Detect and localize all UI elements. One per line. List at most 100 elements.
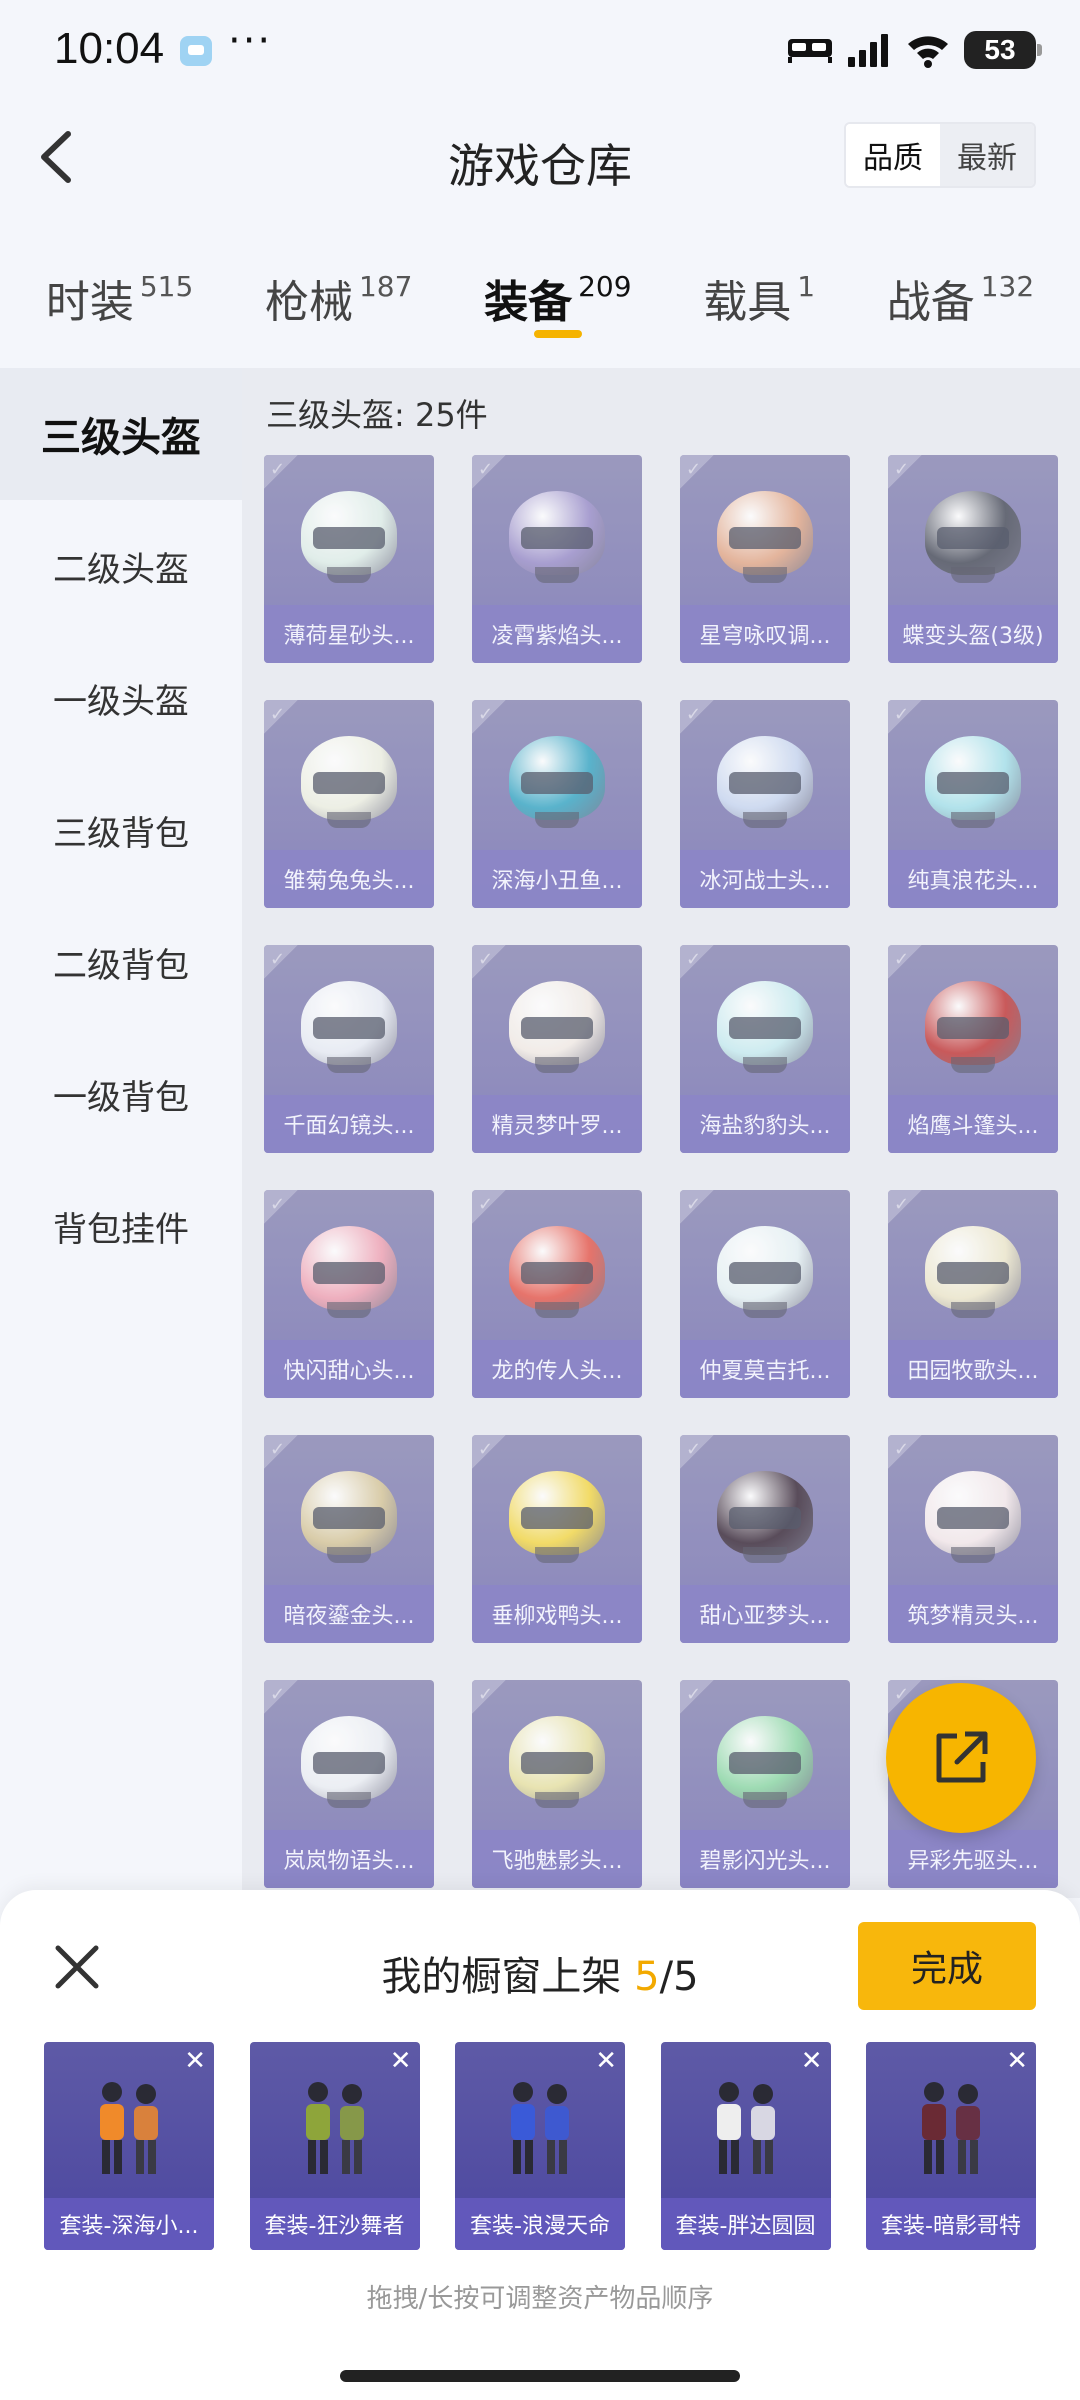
item-name: 薄荷星砂头... [264,605,434,663]
item-card[interactable]: ✓ 蝶变头盔(3级) [888,455,1058,663]
helmet-strap [951,1547,995,1563]
sidebar-item-backpack-charm[interactable]: 背包挂件 [0,1160,242,1292]
check-icon: ✓ [270,459,286,480]
item-card[interactable]: ✓ 精灵梦叶罗... [472,945,642,1153]
tab-label: 装备 [484,277,573,328]
item-card[interactable]: ✓ 暗夜鎏金头... [264,1435,434,1643]
showcase-item[interactable]: ✕ 套装-胖达圆圆 [660,2042,831,2250]
helmet-visor [521,1262,593,1284]
helmet-visor [937,1017,1009,1039]
helmet-strap [743,812,787,828]
outfit-icon [716,2082,775,2174]
tab-equipment[interactable]: 装备 209 [484,230,632,360]
battery-level: 53 [984,34,1016,65]
item-card[interactable]: ✓ 深海小丑鱼... [472,700,642,908]
item-card[interactable]: ✓ 垂柳戏鸭头... [472,1435,642,1643]
item-card[interactable]: ✓ 纯真浪花头... [888,700,1058,908]
tab-weapons[interactable]: 枪械 187 [265,230,412,360]
check-icon: ✓ [478,459,494,480]
showcase-item-name: 套装-暗影哥特 [866,2198,1036,2250]
sidebar-item-level1-helmet[interactable]: 一级头盔 [0,632,242,764]
item-card[interactable]: ✓ 冰河战士头... [680,700,850,908]
helmet-visor [313,772,385,794]
remove-icon[interactable]: ✕ [801,2046,823,2076]
sidebar-item-level1-backpack[interactable]: 一级背包 [0,1028,242,1160]
item-card[interactable]: ✓ 龙的传人头... [472,1190,642,1398]
item-card[interactable]: ✓ 田园牧歌头... [888,1190,1058,1398]
helmet-strap [535,1547,579,1563]
helmet-strap [535,1057,579,1073]
item-content: 三级头盔: 25件 ✓ 薄荷星砂头... ✓ 凌霄紫焰头... ✓ 星穹咏叹调... ✓ 蝶变… [242,368,1080,1898]
item-card[interactable]: ✓ 千面幻镜头... [264,945,434,1153]
item-card[interactable]: ✓ 焰鹰斗篷头... [888,945,1058,1153]
tab-fashion[interactable]: 时装 515 [46,230,193,360]
helmet-visor [521,1017,593,1039]
item-card[interactable]: ✓ 飞驰魅影头... [472,1680,642,1888]
helmet-icon [297,728,401,836]
item-card[interactable]: ✓ 薄荷星砂头... [264,455,434,663]
done-button[interactable]: 完成 [858,1922,1036,2010]
helmet-strap [743,1302,787,1318]
check-icon: ✓ [478,1439,494,1460]
item-card[interactable]: ✓ 仲夏莫吉托... [680,1190,850,1398]
helmet-strap [535,1302,579,1318]
home-indicator[interactable] [340,2370,740,2382]
helmet-icon [713,973,817,1081]
showcase-item[interactable]: ✕ 套装-狂沙舞者 [249,2042,420,2250]
item-card[interactable]: ✓ 岚岚物语头... [264,1680,434,1888]
check-icon: ✓ [894,459,910,480]
helmet-visor [729,1262,801,1284]
showcase-item-name: 套装-浪漫天命 [455,2198,625,2250]
status-bar: 10:04 ··· 53 [0,0,1080,100]
showcase-count-total: 5 [673,1954,699,2000]
status-icons: 53 [786,28,1042,72]
helmet-visor [937,1262,1009,1284]
helmet-strap [535,1792,579,1808]
sidebar-item-level2-backpack[interactable]: 二级背包 [0,896,242,1028]
item-card[interactable]: ✓ 海盐豹豹头... [680,945,850,1153]
outfit-icon [305,2082,364,2174]
helmet-strap [535,812,579,828]
helmet-visor [313,1507,385,1529]
helmet-icon [713,1218,817,1326]
sort-by-quality-button[interactable]: 品质 [846,124,940,186]
sidebar-item-level2-helmet[interactable]: 二级头盔 [0,500,242,632]
item-card[interactable]: ✓ 快闪甜心头... [264,1190,434,1398]
helmet-strap [951,567,995,583]
sort-toggle[interactable]: 品质 最新 [844,122,1036,188]
outfit-icon [511,2082,569,2174]
helmet-icon [505,973,609,1081]
remove-icon[interactable]: ✕ [595,2046,617,2076]
helmet-strap [535,567,579,583]
sidebar-item-level3-helmet[interactable]: 三级头盔 [0,368,242,500]
helmet-visor [521,1752,593,1774]
showcase-item[interactable]: ✕ 套装-暗影哥特 [866,2042,1036,2250]
remove-icon[interactable]: ✕ [390,2046,412,2076]
showcase-item[interactable]: ✕ 套装-深海小... [44,2042,214,2250]
tab-vehicles[interactable]: 载具 1 [703,230,815,360]
item-card[interactable]: ✓ 凌霄紫焰头... [472,455,642,663]
remove-icon[interactable]: ✕ [184,2046,206,2076]
item-card[interactable]: ✓ 碧影闪光头... [680,1680,850,1888]
share-button[interactable] [886,1683,1036,1833]
helmet-visor [729,1507,801,1529]
item-card[interactable]: ✓ 筑梦精灵头... [888,1435,1058,1643]
helmet-icon [921,483,1025,591]
showcase-item-name: 套装-胖达圆圆 [660,2198,831,2250]
helmet-strap [327,1057,371,1073]
showcase-title-text: 我的橱窗上架 [381,1954,622,2000]
showcase-item[interactable]: ✕ 套装-浪漫天命 [455,2042,625,2250]
showcase-item-name: 套装-狂沙舞者 [249,2198,420,2250]
tab-gear[interactable]: 战备 132 [887,230,1034,360]
check-icon: ✓ [686,1684,702,1705]
item-card[interactable]: ✓ 雏菊兔兔头... [264,700,434,908]
sidebar-item-level3-backpack[interactable]: 三级背包 [0,764,242,896]
item-card[interactable]: ✓ 星穹咏叹调... [680,455,850,663]
helmet-icon [713,1463,817,1571]
sort-by-latest-button[interactable]: 最新 [940,124,1034,186]
remove-icon[interactable]: ✕ [1006,2046,1028,2076]
helmet-icon [505,1708,609,1816]
item-card[interactable]: ✓ 甜心亚梦头... [680,1435,850,1643]
tab-label: 时装 [45,277,134,328]
outfit-icon [922,2082,980,2174]
